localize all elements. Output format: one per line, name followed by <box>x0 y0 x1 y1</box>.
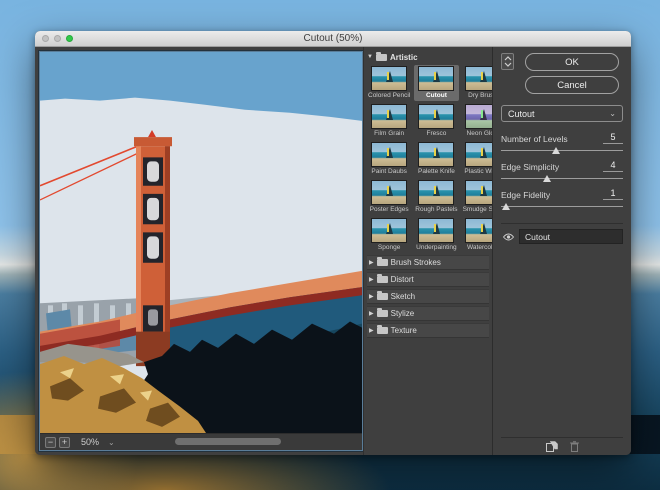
filter-thumb-image <box>418 66 454 91</box>
filter-settings-pane: OK Cancel Cutout ⌄ Number of Levels 5 <box>493 47 631 455</box>
cancel-button[interactable]: Cancel <box>525 76 619 94</box>
filter-thumb-underpainting[interactable]: Underpainting <box>414 217 458 253</box>
filter-select-value: Cutout <box>508 109 535 119</box>
slider-number-of-levels: Number of Levels 5 <box>501 132 623 151</box>
preview-statusbar: − + 50% ⌄ <box>40 433 362 450</box>
filter-thumb-poster-edges[interactable]: Poster Edges <box>367 179 411 215</box>
disclosure-triangle-right-icon[interactable]: ▶ <box>369 277 374 283</box>
slider-thumb[interactable] <box>552 147 560 154</box>
slider-thumb[interactable] <box>543 175 551 182</box>
zoom-level-value[interactable]: 50% <box>81 437 99 447</box>
filter-thumb-rough-pastels[interactable]: Rough Pastels <box>414 179 458 215</box>
filter-thumb-fresco[interactable]: Fresco <box>414 103 458 139</box>
slider-edge-fidelity: Edge Fidelity 1 <box>501 188 623 207</box>
filter-thumb-plastic-wrap[interactable]: Plastic Wrap <box>462 141 493 177</box>
effect-layers-section: Cutout <box>501 223 623 455</box>
filter-thumb-colored-pencil[interactable]: Colored Pencil <box>367 65 411 101</box>
filter-preview-image[interactable] <box>40 52 362 433</box>
slider-edge-simplicity: Edge Simplicity 4 <box>501 160 623 179</box>
filter-thumb-image <box>465 66 493 91</box>
filter-thumbnail-grid: Colored Pencil Cutout Dry Brush Film Gra… <box>367 65 489 253</box>
filter-thumb-sponge[interactable]: Sponge <box>367 217 411 253</box>
filter-thumb-watercolor[interactable]: Watercolor <box>462 217 493 253</box>
folder-icon <box>377 327 388 334</box>
horizontal-scrollbar[interactable] <box>175 438 281 445</box>
filter-thumb-image <box>418 142 454 167</box>
filter-thumb-image <box>465 180 493 205</box>
filter-thumb-cutout[interactable]: Cutout <box>414 65 458 101</box>
effect-layers-toolbar <box>501 437 623 455</box>
category-artistic[interactable]: ▼ Artistic <box>367 51 489 63</box>
disclosure-triangle-right-icon[interactable]: ▶ <box>369 260 374 266</box>
cutout-preview-art <box>40 52 362 433</box>
preview-pane: − + 50% ⌄ <box>39 51 363 451</box>
filter-thumb-paint-daubs[interactable]: Paint Daubs <box>367 141 411 177</box>
filter-thumb-image <box>465 218 493 243</box>
delete-effect-layer-icon[interactable] <box>570 441 579 452</box>
filter-thumb-image <box>418 218 454 243</box>
dialog-titlebar[interactable]: Cutout (50%) <box>35 31 631 47</box>
filter-thumb-image <box>418 104 454 129</box>
category-stylize[interactable]: ▶ Stylize <box>367 306 489 321</box>
filter-list-pane: ▼ Artistic Colored Pencil Cutout Dry Bru… <box>363 47 493 455</box>
edge-fidelity-track[interactable] <box>501 206 623 207</box>
number-of-levels-value[interactable]: 5 <box>603 132 623 144</box>
filter-thumb-image <box>371 180 407 205</box>
filter-thumb-dry-brush[interactable]: Dry Brush <box>462 65 493 101</box>
effect-layer-row[interactable]: Cutout <box>501 229 623 244</box>
disclosure-triangle-right-icon[interactable]: ▶ <box>369 328 374 334</box>
zoom-out-button[interactable]: − <box>45 437 56 448</box>
edge-simplicity-value[interactable]: 4 <box>603 160 623 172</box>
toggle-thumbnails-button[interactable] <box>501 53 514 70</box>
disclosure-triangle-right-icon[interactable]: ▶ <box>369 311 374 317</box>
ok-button[interactable]: OK <box>525 53 619 71</box>
filter-gallery-dialog: Cutout (50%) <box>35 31 631 455</box>
filter-thumb-image <box>465 142 493 167</box>
new-effect-layer-icon[interactable] <box>546 441 558 452</box>
folder-icon <box>377 259 388 266</box>
effect-layer-name: Cutout <box>519 229 623 244</box>
category-texture[interactable]: ▶ Texture <box>367 323 489 338</box>
disclosure-triangle-right-icon[interactable]: ▶ <box>369 294 374 300</box>
filter-thumb-image <box>371 218 407 243</box>
disclosure-triangle-down-icon[interactable]: ▼ <box>367 54 373 60</box>
filter-thumb-image <box>465 104 493 129</box>
visibility-eye-icon[interactable] <box>501 233 515 241</box>
zoom-level-caret-icon[interactable]: ⌄ <box>108 438 115 447</box>
folder-open-icon <box>376 54 387 61</box>
edge-fidelity-value[interactable]: 1 <box>603 188 623 200</box>
filter-thumb-palette-knife[interactable]: Palette Knife <box>414 141 458 177</box>
dialog-title: Cutout (50%) <box>35 33 631 44</box>
double-chevron-icon <box>504 56 512 67</box>
folder-icon <box>377 276 388 283</box>
chevron-down-icon: ⌄ <box>609 109 616 118</box>
filter-thumb-image <box>371 66 407 91</box>
number-of-levels-track[interactable] <box>501 150 623 151</box>
zoom-in-button[interactable]: + <box>59 437 70 448</box>
folder-icon <box>377 310 388 317</box>
filter-thumb-image <box>418 180 454 205</box>
filter-select-dropdown[interactable]: Cutout ⌄ <box>501 105 623 122</box>
category-distort[interactable]: ▶ Distort <box>367 272 489 287</box>
slider-thumb[interactable] <box>502 203 510 210</box>
folder-icon <box>377 293 388 300</box>
category-brush-strokes[interactable]: ▶ Brush Strokes <box>367 255 489 270</box>
category-sketch[interactable]: ▶ Sketch <box>367 289 489 304</box>
filter-thumb-image <box>371 142 407 167</box>
filter-thumb-smudge-stick[interactable]: Smudge Stick <box>462 179 493 215</box>
filter-thumb-neon-glow[interactable]: Neon Glow <box>462 103 493 139</box>
filter-thumb-image <box>371 104 407 129</box>
filter-thumb-film-grain[interactable]: Film Grain <box>367 103 411 139</box>
edge-simplicity-track[interactable] <box>501 178 623 179</box>
